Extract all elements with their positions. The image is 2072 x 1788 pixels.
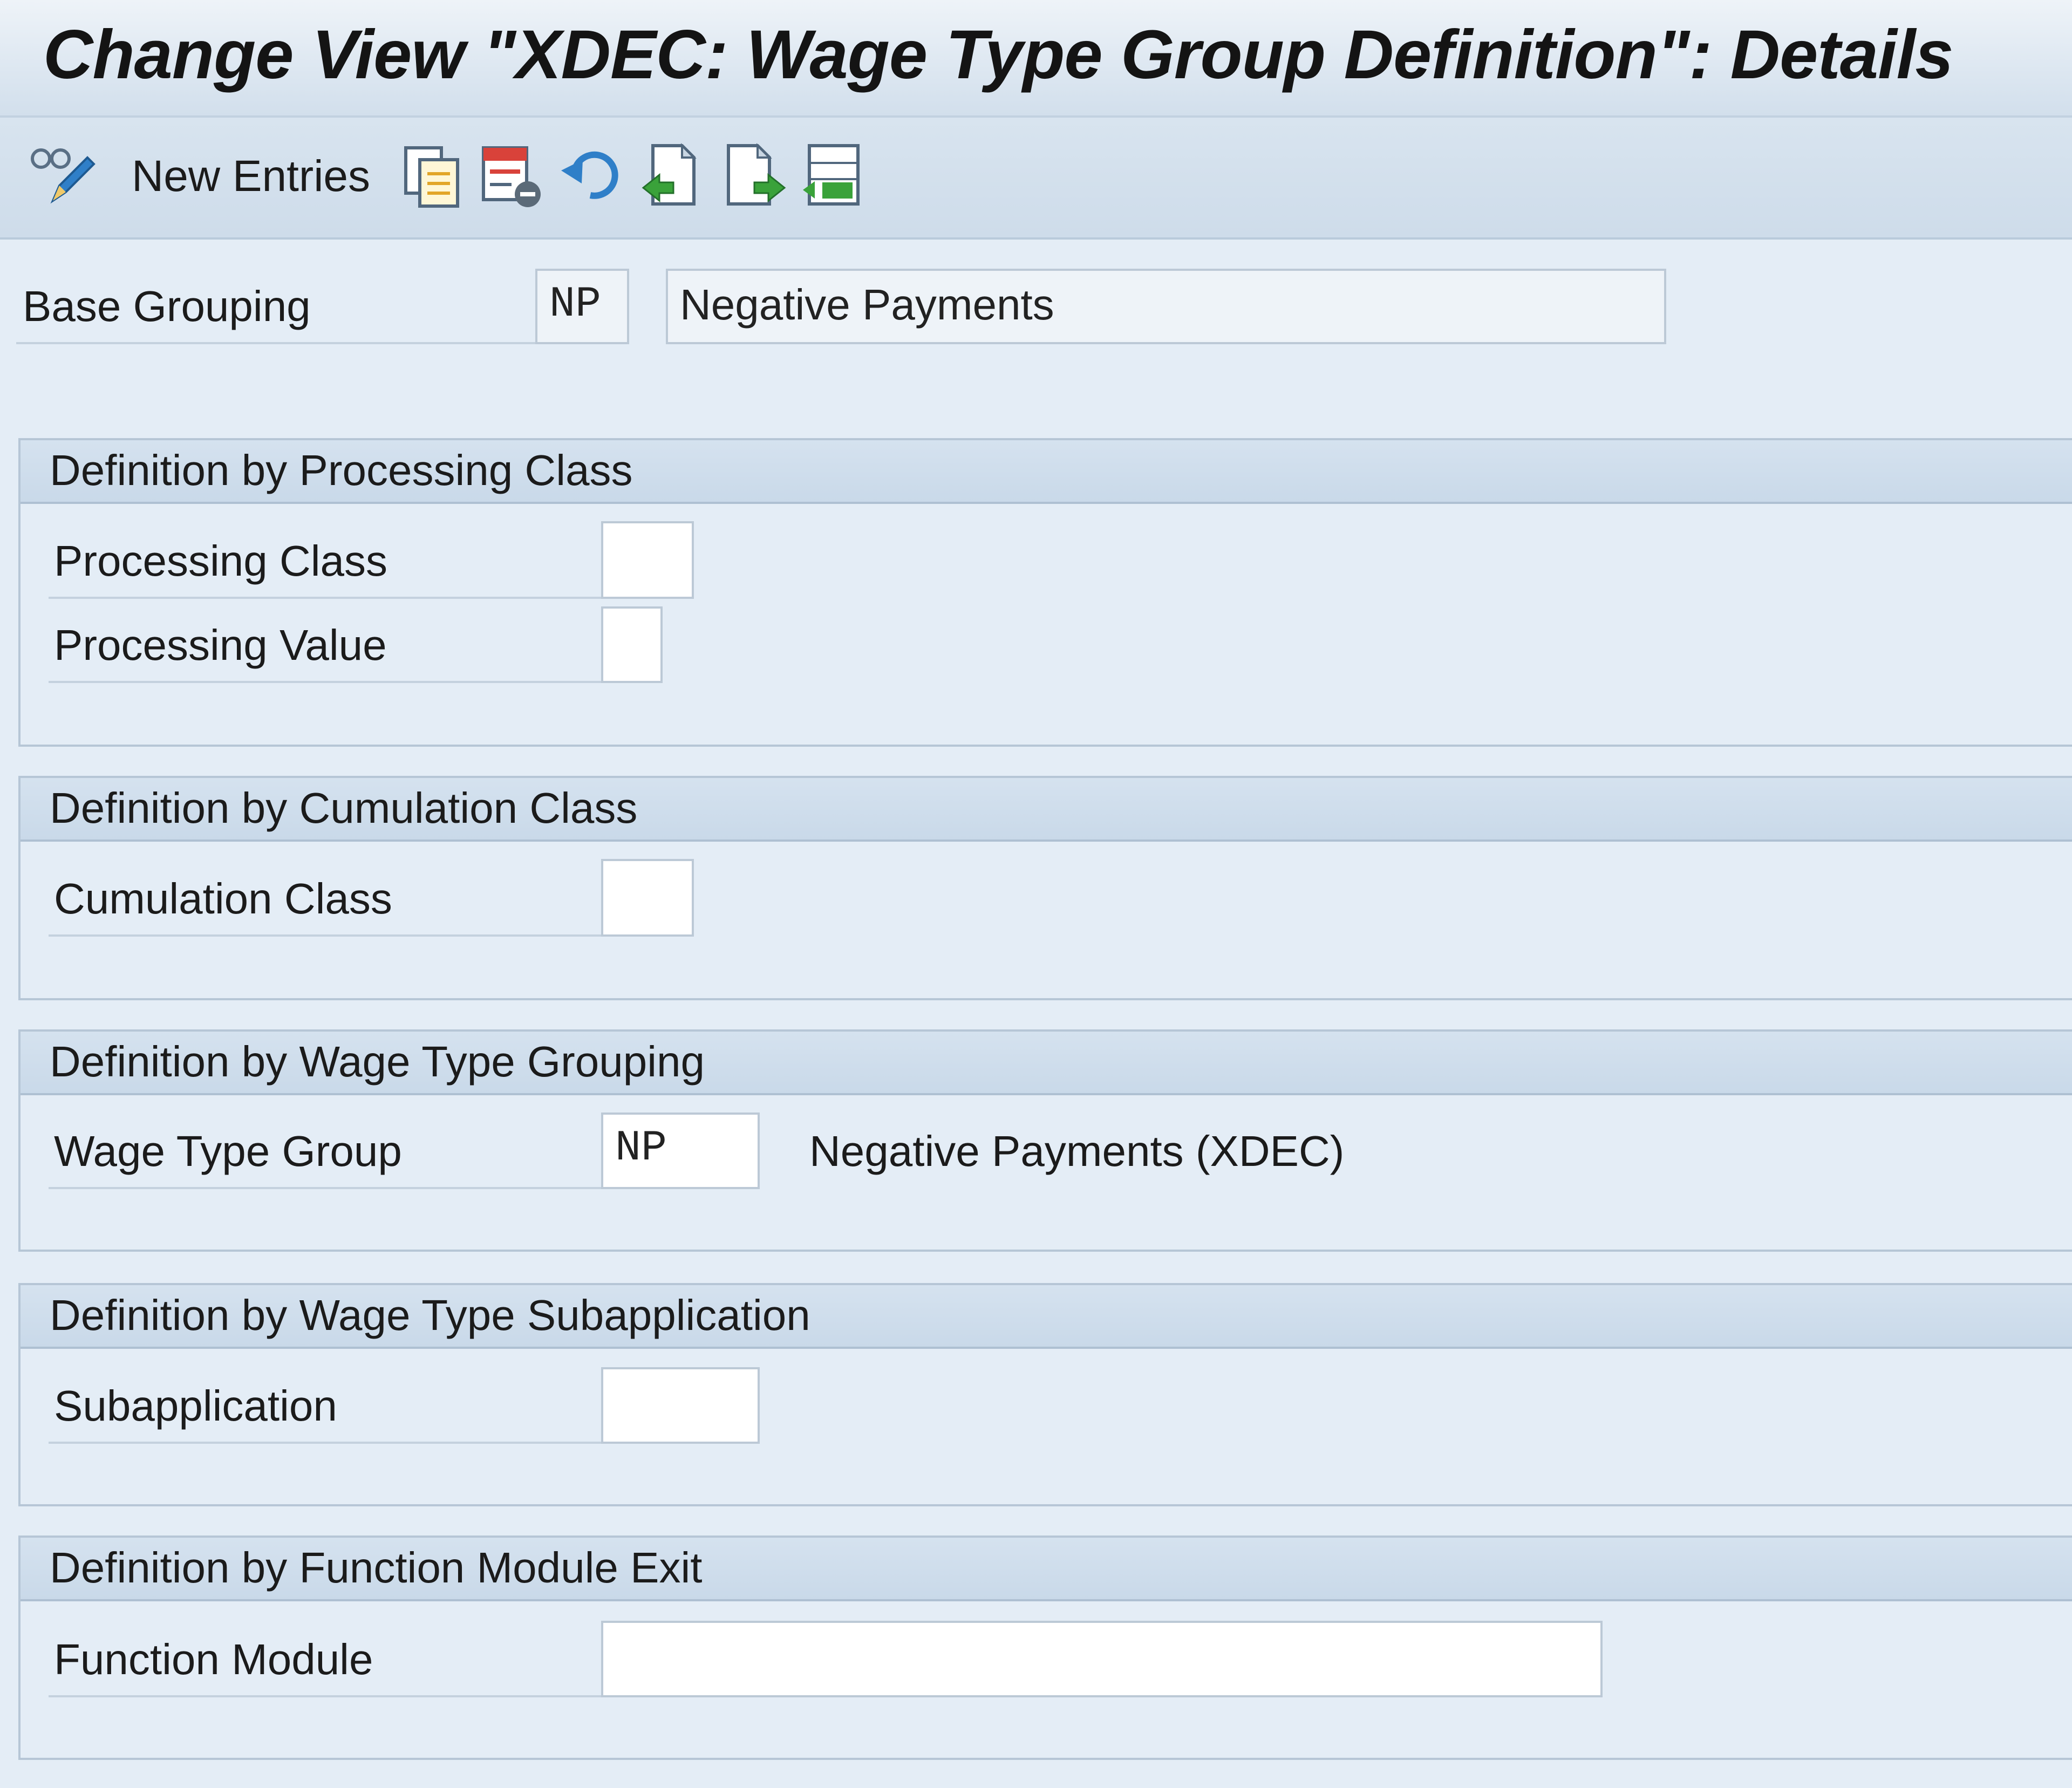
subapplication-group-title: Definition by Wage Type Subapplication xyxy=(50,1291,810,1339)
window-title: Change View "XDEC: Wage Type Group Defin… xyxy=(43,16,1953,93)
application-toolbar: New Entries xyxy=(0,118,2072,240)
processing-value-input[interactable] xyxy=(601,606,663,683)
display-change-icon[interactable] xyxy=(27,140,96,210)
function-module-group-header: Definition by Function Module Exit xyxy=(21,1538,2072,1601)
subapplication-label: Subapplication xyxy=(54,1382,337,1430)
wage-type-group-description: Negative Payments (XDEC) xyxy=(809,1127,1345,1175)
cumulation-class-label: Cumulation Class xyxy=(54,875,392,923)
cumulation-class-underline xyxy=(49,934,604,937)
function-module-label: Function Module xyxy=(54,1635,373,1683)
processing-value-underline xyxy=(49,681,604,683)
base-grouping-text-field: Negative Payments xyxy=(666,269,1666,344)
processing-value-label: Processing Value xyxy=(54,621,387,669)
new-entries-button[interactable]: New Entries xyxy=(132,151,370,202)
wage-type-grouping-group-title: Definition by Wage Type Grouping xyxy=(50,1038,705,1086)
subapplication-input[interactable] xyxy=(601,1367,760,1444)
processing-class-group-title: Definition by Processing Class xyxy=(50,446,633,494)
cumulation-class-group-header: Definition by Cumulation Class xyxy=(21,778,2072,842)
select-all-icon[interactable] xyxy=(801,140,865,210)
wage-type-grouping-group-header: Definition by Wage Type Grouping xyxy=(21,1032,2072,1095)
subapplication-underline xyxy=(49,1442,604,1444)
processing-class-input[interactable] xyxy=(601,521,694,599)
wage-type-group-label: Wage Type Group xyxy=(54,1127,402,1175)
function-module-input[interactable] xyxy=(601,1621,1603,1697)
function-module-underline xyxy=(49,1695,604,1697)
wage-type-group-input[interactable]: NP xyxy=(601,1113,760,1189)
processing-class-group-header: Definition by Processing Class xyxy=(21,440,2072,504)
base-grouping-field: NP xyxy=(535,269,629,344)
base-grouping-underline xyxy=(16,342,536,344)
undo-change-icon[interactable] xyxy=(558,140,623,210)
previous-entry-icon[interactable] xyxy=(640,140,705,210)
processing-class-underline xyxy=(49,597,604,599)
title-bar: Change View "XDEC: Wage Type Group Defin… xyxy=(0,0,2072,118)
function-module-group-title: Definition by Function Module Exit xyxy=(50,1544,703,1592)
cumulation-class-input[interactable] xyxy=(601,859,694,937)
subapplication-group-header: Definition by Wage Type Subapplication xyxy=(21,1285,2072,1349)
next-entry-icon[interactable] xyxy=(723,140,788,210)
copy-as-icon[interactable] xyxy=(400,140,465,210)
processing-class-label: Processing Class xyxy=(54,537,388,585)
base-grouping-label: Base Grouping xyxy=(23,282,311,330)
cumulation-class-group-title: Definition by Cumulation Class xyxy=(50,784,638,832)
processing-class-group: Definition by Processing Class xyxy=(18,438,2072,747)
delete-icon[interactable] xyxy=(479,140,544,210)
wage-type-group-underline xyxy=(49,1187,604,1189)
